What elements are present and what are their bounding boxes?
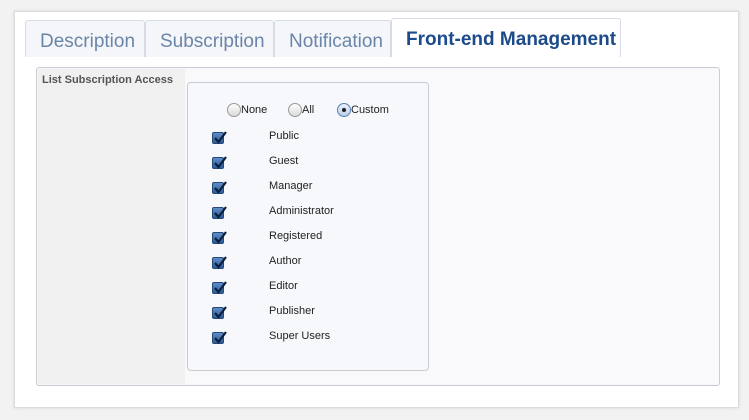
checkbox-public[interactable] — [212, 131, 227, 144]
group-checkbox-row[interactable]: Author — [212, 255, 412, 271]
checkbox-guest[interactable] — [212, 156, 227, 169]
checkmark-icon — [214, 306, 227, 319]
radio-custom[interactable] — [337, 103, 351, 117]
radio-all-label: All — [302, 104, 315, 116]
tab-front-end-management[interactable]: Front-end Management — [391, 18, 621, 57]
checkbox-label: Public — [269, 130, 299, 142]
field-label-column: List Subscription Access — [38, 69, 185, 384]
checkbox-manager[interactable] — [212, 181, 227, 194]
checkbox-label: Author — [269, 255, 302, 267]
checkbox-administrator[interactable] — [212, 206, 227, 219]
checkmark-icon — [214, 206, 227, 219]
checkmark-icon — [214, 281, 227, 294]
group-checkbox-row[interactable]: Editor — [212, 280, 412, 296]
checkbox-author[interactable] — [212, 256, 227, 269]
group-checkbox-row[interactable]: Public — [212, 130, 412, 146]
radio-none[interactable] — [227, 103, 241, 117]
group-checkbox-row[interactable]: Manager — [212, 180, 412, 196]
field-label: List Subscription Access — [42, 74, 174, 86]
group-checkbox-row[interactable]: Administrator — [212, 205, 412, 221]
checkbox-super-users[interactable] — [212, 331, 227, 344]
checkmark-icon — [214, 256, 227, 269]
checkmark-icon — [214, 131, 227, 144]
checkbox-label: Administrator — [269, 205, 334, 217]
checkbox-label: Super Users — [269, 330, 331, 342]
checkmark-icon — [214, 331, 227, 344]
tab-bar: Description Subscription Notification Fr… — [25, 18, 625, 57]
checkmark-icon — [214, 231, 227, 244]
checkbox-label: Guest — [269, 155, 299, 167]
radio-all[interactable] — [288, 103, 302, 117]
radio-custom-label: Custom — [351, 104, 389, 116]
checkmark-icon — [214, 181, 227, 194]
group-checkbox-row[interactable]: Publisher — [212, 305, 412, 321]
checkbox-label: Registered — [269, 230, 323, 242]
checkbox-publisher[interactable] — [212, 306, 227, 319]
tab-description[interactable]: Description — [25, 20, 145, 57]
checkbox-label: Manager — [269, 180, 313, 192]
tab-notification[interactable]: Notification — [274, 20, 391, 57]
checkbox-editor[interactable] — [212, 281, 227, 294]
group-checkbox-row[interactable]: Registered — [212, 230, 412, 246]
checkbox-label: Publisher — [269, 305, 315, 317]
checkbox-label: Editor — [269, 280, 298, 292]
radio-none-label: None — [241, 104, 268, 116]
group-checkbox-row[interactable]: Guest — [212, 155, 412, 171]
tab-subscription[interactable]: Subscription — [145, 20, 274, 57]
group-checkbox-row[interactable]: Super Users — [212, 330, 412, 346]
checkmark-icon — [214, 156, 227, 169]
checkbox-registered[interactable] — [212, 231, 227, 244]
access-options-box — [187, 82, 429, 371]
